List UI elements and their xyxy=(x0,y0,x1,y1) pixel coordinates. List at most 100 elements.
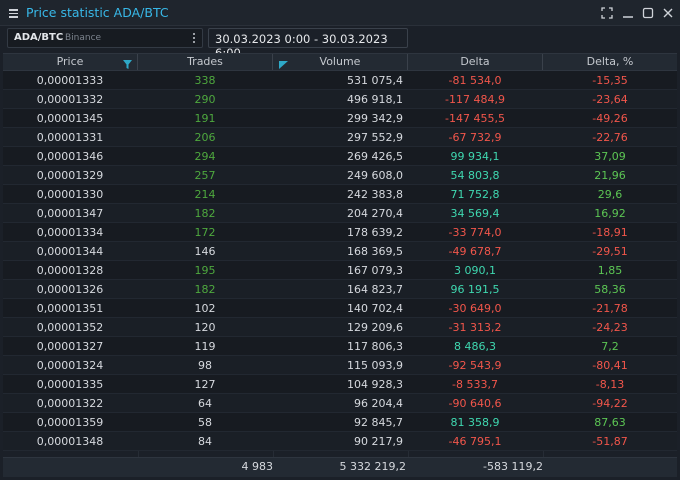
delta-cell: 99 934,1 xyxy=(450,150,500,163)
delta-percent-cell: -94,22 xyxy=(592,397,628,410)
delta-percent-cell: -49,26 xyxy=(592,112,628,125)
table-row[interactable]: 0,00001333 338 531 075,4 -81 534,0 -15,35 xyxy=(3,71,677,90)
volume-cell: 178 639,2 xyxy=(347,226,403,239)
column-header-label: Volume xyxy=(319,55,361,68)
delta-percent-cell: -23,64 xyxy=(592,93,628,106)
table-row[interactable]: 0,00001334 172 178 639,2 -33 774,0 -18,91 xyxy=(3,223,677,242)
delta-percent-cell: 7,2 xyxy=(601,340,619,353)
table-row[interactable]: 0,00001328 195 167 079,3 3 090,1 1,85 xyxy=(3,261,677,280)
price-cell: 0,00001327 xyxy=(36,340,104,353)
table-row[interactable]: 0,00001352 120 129 209,6 -31 313,2 -24,23 xyxy=(3,318,677,337)
price-cell: 0,00001346 xyxy=(36,150,104,163)
delta-cell: -92 543,9 xyxy=(448,359,502,372)
price-cell: 0,00001351 xyxy=(36,302,104,315)
delta-percent-cell: -80,41 xyxy=(592,359,628,372)
table-row[interactable]: 0,00001335 127 104 928,3 -8 533,7 -8,13 xyxy=(3,375,677,394)
symbol-selector[interactable]: ADA/BTC Binance xyxy=(7,28,203,48)
column-header-delta[interactable]: Delta xyxy=(408,54,543,70)
trades-cell: 191 xyxy=(194,112,216,125)
window-title: Price statistic ADA/BTC xyxy=(26,5,169,20)
price-cell: 0,00001348 xyxy=(36,435,104,448)
table-row[interactable]: 0,00001330 214 242 383,8 71 752,8 29,6 xyxy=(3,185,677,204)
volume-cell: 204 270,4 xyxy=(347,207,403,220)
trades-cell: 257 xyxy=(194,169,216,182)
trades-cell: 294 xyxy=(194,150,216,163)
delta-percent-cell: 58,36 xyxy=(594,283,626,296)
trades-cell: 64 xyxy=(198,397,212,410)
trades-cell: 58 xyxy=(198,416,212,429)
price-cell: 0,00001324 xyxy=(36,359,104,372)
delta-cell: -90 640,6 xyxy=(448,397,502,410)
price-cell: 0,00001334 xyxy=(36,226,104,239)
delta-cell: 54 803,8 xyxy=(450,169,500,182)
price-cell: 0,00001322 xyxy=(36,397,104,410)
column-header-price[interactable]: Price xyxy=(3,54,138,70)
volume-cell: 115 093,9 xyxy=(347,359,403,372)
minimize-icon[interactable] xyxy=(621,6,635,20)
price-cell: 0,00001329 xyxy=(36,169,104,182)
date-range-selector[interactable]: 30.03.2023 0:00 - 30.03.2023 6:00 xyxy=(208,28,408,60)
table-row[interactable]: 0,00001327 119 117 806,3 8 486,3 7,2 xyxy=(3,337,677,356)
column-header-trades[interactable]: Trades xyxy=(138,54,273,70)
close-icon[interactable] xyxy=(661,6,675,20)
table-row[interactable]: 0,00001346 294 269 426,5 99 934,1 37,09 xyxy=(3,147,677,166)
table-row[interactable]: 0,00001324 98 115 093,9 -92 543,9 -80,41 xyxy=(3,356,677,375)
table-row[interactable]: 0,00001359 58 92 845,7 81 358,9 87,63 xyxy=(3,413,677,432)
volume-cell: 496 918,1 xyxy=(347,93,403,106)
delta-cell: -67 732,9 xyxy=(448,131,502,144)
volume-cell: 269 426,5 xyxy=(347,150,403,163)
price-cell: 0,00001326 xyxy=(36,283,104,296)
price-cell: 0,00001332 xyxy=(36,93,104,106)
column-header-label: Delta, % xyxy=(586,55,634,68)
volume-cell: 249 608,0 xyxy=(347,169,403,182)
price-cell: 0,00001359 xyxy=(36,416,104,429)
delta-percent-cell: -18,91 xyxy=(592,226,628,239)
table-header: Price Trades Volume Delta Delta, % xyxy=(3,53,677,71)
table-row[interactable]: 0,00001344 146 168 369,5 -49 678,7 -29,51 xyxy=(3,242,677,261)
total-trades: 4 983 xyxy=(241,460,274,473)
column-header-label: Delta xyxy=(460,55,490,68)
volume-cell: 104 928,3 xyxy=(347,378,403,391)
price-cell: 0,00001330 xyxy=(36,188,104,201)
volume-cell: 242 383,8 xyxy=(347,188,403,201)
more-options-icon[interactable] xyxy=(192,31,196,45)
table-row[interactable]: 0,00001332 290 496 918,1 -117 484,9 -23,64 xyxy=(3,90,677,109)
table-row[interactable]: 0,00001322 64 96 204,4 -90 640,6 -94,22 xyxy=(3,394,677,413)
table-row[interactable]: 0,00001326 182 164 823,7 96 191,5 58,36 xyxy=(3,280,677,299)
trades-cell: 102 xyxy=(194,302,216,315)
total-volume: 5 332 219,2 xyxy=(339,460,406,473)
delta-cell: -33 774,0 xyxy=(448,226,502,239)
table-row[interactable]: 0,00001329 257 249 608,0 54 803,8 21,96 xyxy=(3,166,677,185)
delta-cell: -30 649,0 xyxy=(448,302,502,315)
volume-cell: 129 209,6 xyxy=(347,321,403,334)
delta-percent-cell: 21,96 xyxy=(594,169,626,182)
table-body[interactable]: 0,00001333 338 531 075,4 -81 534,0 -15,35 0,0… xyxy=(3,71,677,457)
delta-cell: 96 191,5 xyxy=(450,283,500,296)
table-row[interactable]: 0,00001331 206 297 552,9 -67 732,9 -22,76 xyxy=(3,128,677,147)
delta-cell: 3 090,1 xyxy=(454,264,496,277)
delta-percent-cell: 16,92 xyxy=(594,207,626,220)
delta-cell: -8 533,7 xyxy=(452,378,498,391)
price-cell: 0,00001352 xyxy=(36,321,104,334)
table-row[interactable]: 0,00001348 84 90 217,9 -46 795,1 -51,87 xyxy=(3,432,677,451)
maximize-icon[interactable] xyxy=(641,6,655,20)
trades-cell: 120 xyxy=(194,321,216,334)
column-header-volume[interactable]: Volume xyxy=(273,54,408,70)
delta-cell: -31 313,2 xyxy=(448,321,502,334)
trades-cell: 98 xyxy=(198,359,212,372)
price-cell: 0,00001345 xyxy=(36,112,104,125)
hamburger-menu-icon[interactable] xyxy=(8,6,20,20)
price-cell: 0,00001347 xyxy=(36,207,104,220)
table-row[interactable]: 0,00001345 191 299 342,9 -147 455,5 -49,26 xyxy=(3,109,677,128)
expand-icon[interactable] xyxy=(600,6,614,20)
table-row[interactable]: 0,00001351 102 140 702,4 -30 649,0 -21,78 xyxy=(3,299,677,318)
trades-cell: 127 xyxy=(194,378,216,391)
delta-cell: 34 569,4 xyxy=(450,207,500,220)
table-row[interactable]: 0,00001347 182 204 270,4 34 569,4 16,92 xyxy=(3,204,677,223)
column-header-delta-percent[interactable]: Delta, % xyxy=(543,54,677,70)
delta-percent-cell: -24,23 xyxy=(592,321,628,334)
price-cell: 0,00001335 xyxy=(36,378,104,391)
price-cell: 0,00001331 xyxy=(36,131,104,144)
volume-cell: 167 079,3 xyxy=(347,264,403,277)
trades-cell: 119 xyxy=(194,340,216,353)
